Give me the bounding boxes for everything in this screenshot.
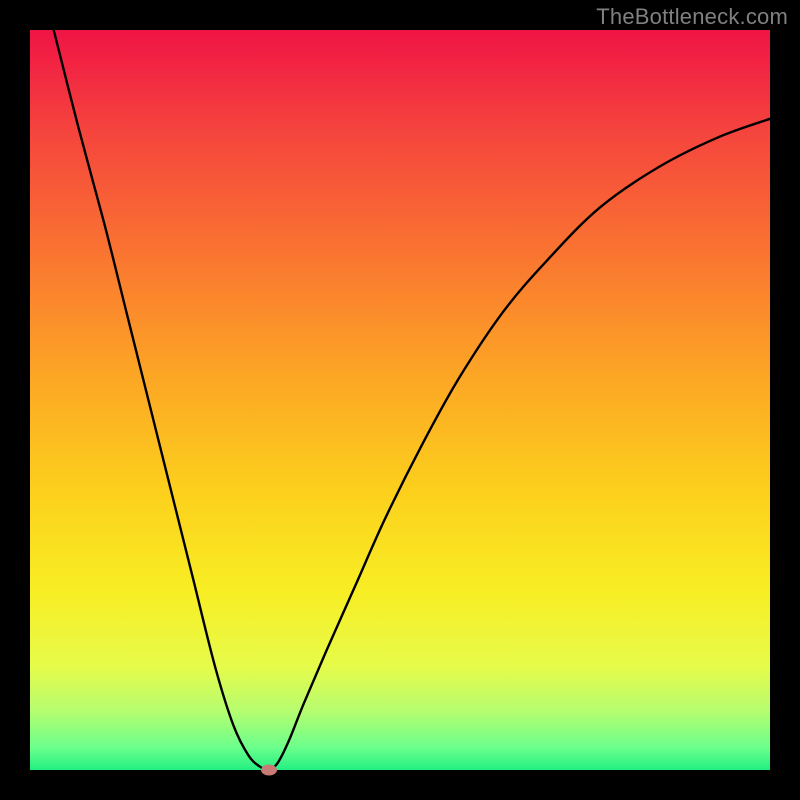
watermark-text: TheBottleneck.com [596, 4, 788, 30]
plot-area [30, 30, 770, 770]
chart-frame: TheBottleneck.com [0, 0, 800, 800]
curve-svg [30, 30, 770, 770]
bottleneck-curve [54, 30, 770, 770]
minimum-point-marker [261, 765, 277, 776]
